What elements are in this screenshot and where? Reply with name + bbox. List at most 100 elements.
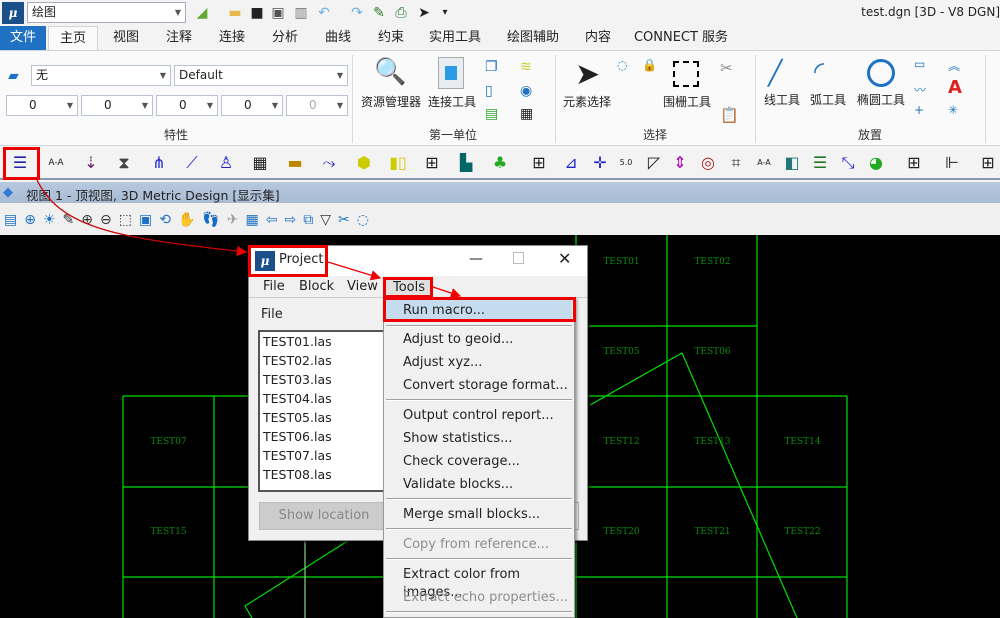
stairs-tool-icon[interactable]: ☰ [6,150,34,176]
view-display-icon[interactable]: ◢ [193,4,211,22]
copy-view-icon[interactable]: ⧉ [303,212,320,228]
close-button[interactable]: ✕ [558,249,571,268]
area-icon[interactable]: ⌗ [722,150,750,176]
cut-icon[interactable]: ✂ [720,59,733,77]
vector-icon[interactable]: ⤡ [834,150,862,176]
box-icon[interactable]: ◧ [778,150,806,176]
tree-wire-icon[interactable]: ⋔ [145,150,173,176]
menu-item-run-macro[interactable]: Run macro... [403,302,485,320]
point-icon[interactable]: + [914,103,924,117]
customize-icon[interactable]: ▾ [436,4,454,22]
clip-mask-icon[interactable]: ◌ [357,212,376,228]
menu-view[interactable]: View [347,278,378,296]
height-icon[interactable]: ⇕ [666,150,694,176]
camera-icon[interactable]: ▦ [246,212,266,228]
maximize-button[interactable] [513,252,524,264]
split-icon[interactable]: ⊩ [938,150,966,176]
tab-utilities[interactable]: 实用工具 [425,26,485,50]
minimize-button[interactable]: — [469,251,483,267]
line-tools-button[interactable]: 线工具 [762,91,802,108]
element-select-icon[interactable]: ➤ [575,57,600,92]
compare-icon[interactable]: ▮▯ [384,150,412,176]
tab-connect-services[interactable]: CONNECT 服务 [633,26,729,50]
symbol-icon[interactable]: ︽ [948,57,960,74]
menu-item-check-coverage[interactable]: Check coverage... [403,453,520,471]
display-styles-icon[interactable]: ▦ [520,106,533,122]
menu-item-show-statistics[interactable]: Show statistics... [403,430,513,448]
undo-icon[interactable]: ↶ [315,4,333,22]
levels-icon[interactable]: ≋ [520,59,532,75]
wire-icon[interactable]: ⤳ [315,150,343,176]
ellipse-tools-icon[interactable] [867,59,895,87]
show-location-button[interactable]: Show location [259,502,389,530]
building-icon[interactable]: ⬢ [350,150,378,176]
tab-annotate[interactable]: 注释 [157,26,201,50]
arc-tools-icon[interactable]: ◜ [814,57,824,87]
cross-icon[interactable]: ✛ [586,150,614,176]
pan-icon[interactable]: ✋ [178,212,202,228]
menu-tools[interactable]: Tools [385,277,434,299]
fly-icon[interactable]: ✈ [227,212,246,228]
menu-file[interactable]: File [263,278,285,296]
profile-icon[interactable]: ▦ [246,150,274,176]
redo-icon[interactable]: ↷ [348,4,366,22]
view-controls[interactable]: ▤⊕☀✎⊕⊖⬚▣⟲✋👣✈▦⇦⇨⧉▽✂◌ [4,212,376,228]
tab-attach[interactable]: 连接 [210,26,254,50]
tab-content[interactable]: 内容 [580,26,616,50]
tab-home[interactable]: 主页 [48,26,98,50]
blocks3-icon[interactable]: ⊞ [974,150,1000,176]
dialog-titlebar[interactable]: μ Project: — ✕ [249,246,587,276]
mesh-icon[interactable]: ⧗ [110,150,138,176]
print-icon[interactable]: ⎙ [392,4,410,22]
fence-icon[interactable] [673,61,699,87]
menu-item-convert-storage-format[interactable]: Convert storage format... [403,377,568,395]
models-icon[interactable]: ▤ [485,106,498,122]
ellipse-tools-button[interactable]: 椭圆工具 [854,91,908,108]
select-all-icon[interactable]: ◌ [617,58,627,72]
level-display-icon[interactable]: ◉ [520,83,532,99]
tab-analyze[interactable]: 分析 [263,26,307,50]
section2-icon[interactable]: A-A [750,150,778,176]
blocks2-icon[interactable]: ⊞ [900,150,928,176]
attach-tools-button[interactable]: 连接工具 [426,93,478,110]
breakline-icon[interactable]: ⟋ [178,150,206,176]
menu-item-output-control-report[interactable]: Output control report... [403,407,554,425]
update-view-icon[interactable]: ✎ [63,212,82,228]
window-icon[interactable]: ⊞ [418,150,446,176]
text-icon[interactable]: A [948,77,962,98]
tab-drawing-aids[interactable]: 绘图辅助 [500,26,566,50]
zoom-out-icon[interactable]: ⊖ [100,212,119,228]
walk-icon[interactable]: 👣 [202,212,226,228]
explorer-icon[interactable]: 🔍 [374,57,406,87]
line-tools-icon[interactable]: ╱ [768,59,782,87]
previous-view-icon[interactable]: ⇦ [266,212,285,228]
color-select[interactable]: 0 ▼ [6,95,78,116]
layers-icon[interactable]: ☰ [806,150,834,176]
references-icon[interactable]: ❐ [485,59,498,75]
lighting-icon[interactable]: ☀ [43,212,63,228]
priority-select[interactable]: 0 ▼ [286,95,348,116]
level-select[interactable]: 无 ▼ [31,65,171,86]
menu-item-adjust-xyz[interactable]: Adjust xyz... [403,354,482,372]
tab-view[interactable]: 视图 [104,26,148,50]
histogram-icon[interactable]: ▙ [452,150,480,176]
style-select[interactable]: Default ▼ [174,65,348,86]
trees-icon[interactable]: ♣ [486,150,514,176]
tin-icon[interactable]: ⊿ [557,150,585,176]
road-light-icon[interactable]: ▬ [281,150,309,176]
rectangle-icon[interactable]: ▭ [914,57,925,71]
lock-icon[interactable]: 🔒 [642,58,657,72]
weight-select[interactable]: 0 ▼ [156,95,218,116]
tab-constraints[interactable]: 约束 [369,26,413,50]
zoom-in-icon[interactable]: ⊕ [81,212,100,228]
next-view-icon[interactable]: ⇨ [285,212,304,228]
tab-curves[interactable]: 曲线 [316,26,360,50]
arc-tools-button[interactable]: 弧工具 [808,91,848,108]
display-style-icon[interactable]: ⊕ [24,212,43,228]
workflow-select[interactable]: 绘图 ▼ [27,2,186,23]
pin-icon[interactable]: ✎ [370,4,388,22]
slope-icon[interactable]: ◸ [640,150,668,176]
menu-block[interactable]: Block [299,278,334,296]
save-settings-icon[interactable]: ▣ [269,4,287,22]
cell-icon[interactable]: ✳ [948,103,958,117]
